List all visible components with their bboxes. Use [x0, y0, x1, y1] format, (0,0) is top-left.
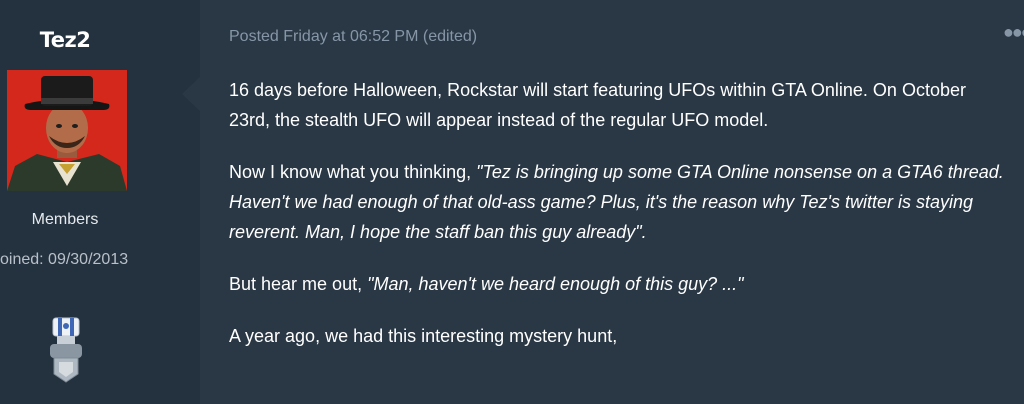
paragraph-lead: Now I know what you thinking, [229, 162, 477, 182]
post-paragraph: A year ago, we had this interesting myst… [229, 326, 618, 346]
author-joined-date: Joined: 09/30/2013 [0, 251, 129, 268]
quoted-text: "Man, haven't we heard enough of this gu… [367, 274, 744, 294]
avatar[interactable] [7, 70, 127, 191]
post-pointer-arrow [182, 76, 201, 112]
post-paragraph: But hear me out, "Man, haven't we heard … [229, 269, 1009, 299]
author-sidebar: Tez2 Members Joined: 09/30/2013 [0, 0, 200, 404]
rank-medal-icon[interactable] [45, 316, 87, 384]
author-group: Members [31, 211, 99, 228]
author-username[interactable]: Tez2 [0, 28, 130, 52]
post-meta[interactable]: Posted Friday at 06:52 PM (edited) [229, 28, 477, 46]
post-paragraph: Now I know what you thinking, "Tez is br… [229, 157, 1009, 247]
paragraph-lead: But hear me out, [229, 274, 368, 294]
ellipsis-icon[interactable]: ●●● [1003, 22, 1024, 43]
post-paragraph: 16 days before Halloween, Rockstar will … [229, 80, 966, 130]
post-content: 16 days before Halloween, Rockstar will … [229, 75, 1009, 373]
